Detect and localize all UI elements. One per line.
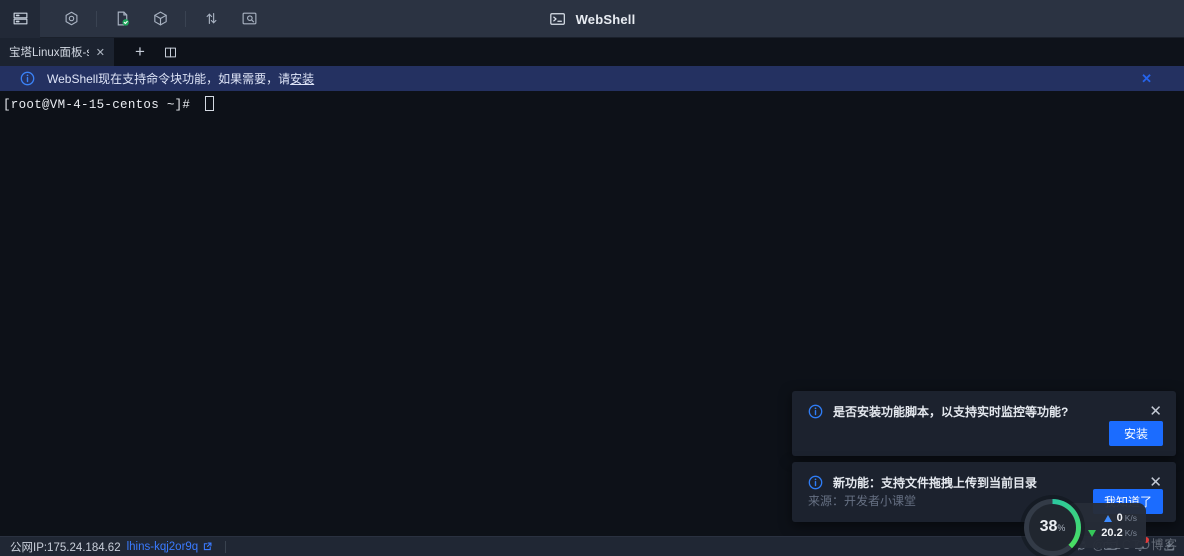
banner-message: WebShell现在支持命令块功能，如果需要，请 xyxy=(47,72,290,86)
upload-value: 0 xyxy=(1117,512,1123,524)
webshell-app: WebShell 宝塔Linux面板-sSj2 ✕ + WebShell现在支持… xyxy=(0,0,1184,556)
install-button[interactable]: 安装 xyxy=(1109,421,1163,446)
panel-nav-button[interactable] xyxy=(0,0,40,38)
package-icon xyxy=(152,10,169,27)
download-button[interactable] xyxy=(1162,539,1176,553)
topbar: WebShell xyxy=(0,0,1184,38)
toast-close-icon[interactable]: ✕ xyxy=(1149,404,1162,419)
tabbar: 宝塔Linux面板-sSj2 ✕ + xyxy=(0,38,1184,66)
load-gauge-unit: % xyxy=(1057,523,1065,533)
download-icon xyxy=(1162,539,1176,553)
toolbar-divider xyxy=(96,11,97,27)
terminal-icon xyxy=(549,10,567,28)
page-title: WebShell xyxy=(576,12,636,27)
gear-icon xyxy=(63,10,80,27)
terminal-cursor xyxy=(205,96,214,111)
window-search-button[interactable] xyxy=(236,6,262,32)
tab-close-icon[interactable]: ✕ xyxy=(96,46,105,59)
arrows-updown-icon xyxy=(203,10,220,27)
banner-install-link[interactable]: 安装 xyxy=(290,72,314,86)
upload-arrow-icon xyxy=(1104,515,1112,522)
load-gauge-face: 38% xyxy=(1029,504,1076,551)
info-icon xyxy=(808,404,823,419)
download-unit: K/s xyxy=(1125,528,1137,538)
toast-close-icon[interactable]: ✕ xyxy=(1149,475,1162,490)
banner-close-icon[interactable]: ✕ xyxy=(1141,71,1164,87)
statusbar: 公网IP:175.24.184.62 lhins-kqj2or9q xyxy=(0,536,1184,556)
split-view-button[interactable] xyxy=(158,38,182,66)
toast-source: 来源：开发者小课堂 xyxy=(808,492,916,509)
window-search-icon xyxy=(241,10,258,27)
upload-unit: K/s xyxy=(1125,513,1137,523)
external-link-icon[interactable] xyxy=(202,541,213,552)
download-arrow-icon xyxy=(1088,530,1096,537)
info-icon xyxy=(20,71,35,86)
toolbar-divider xyxy=(185,11,186,27)
new-tab-button[interactable]: + xyxy=(128,38,152,66)
tab-label: 宝塔Linux面板-sSj2 xyxy=(9,44,89,60)
info-icon xyxy=(808,475,823,490)
public-ip-label: 公网IP:175.24.184.62 xyxy=(10,539,121,555)
file-check-icon xyxy=(114,10,131,27)
tab-baota-panel[interactable]: 宝塔Linux面板-sSj2 ✕ xyxy=(0,38,114,66)
toast-message: 是否安装功能脚本，以支持实时监控等功能? xyxy=(833,403,1139,420)
terminal-prompt: [root@VM-4-15-centos ~]# xyxy=(3,98,198,112)
split-view-icon xyxy=(163,45,178,60)
statusbar-divider xyxy=(225,541,226,553)
panel-icon xyxy=(12,10,29,27)
load-gauge-value: 38 xyxy=(1040,518,1058,536)
transfer-button[interactable] xyxy=(198,6,224,32)
toast-install-script: 是否安装功能脚本，以支持实时监控等功能? ✕ 安装 xyxy=(792,391,1176,456)
load-gauge[interactable]: 38% xyxy=(1024,499,1081,556)
instance-link[interactable]: lhins-kqj2or9q xyxy=(127,541,199,553)
download-value: 20.2 xyxy=(1101,527,1122,539)
settings-button[interactable] xyxy=(58,6,84,32)
file-check-button[interactable] xyxy=(109,6,135,32)
webshell-banner: WebShell现在支持命令块功能，如果需要，请安装 ✕ xyxy=(0,66,1184,91)
package-button[interactable] xyxy=(147,6,173,32)
toolbar-icons xyxy=(52,6,268,32)
app-title-group: WebShell xyxy=(549,0,636,38)
